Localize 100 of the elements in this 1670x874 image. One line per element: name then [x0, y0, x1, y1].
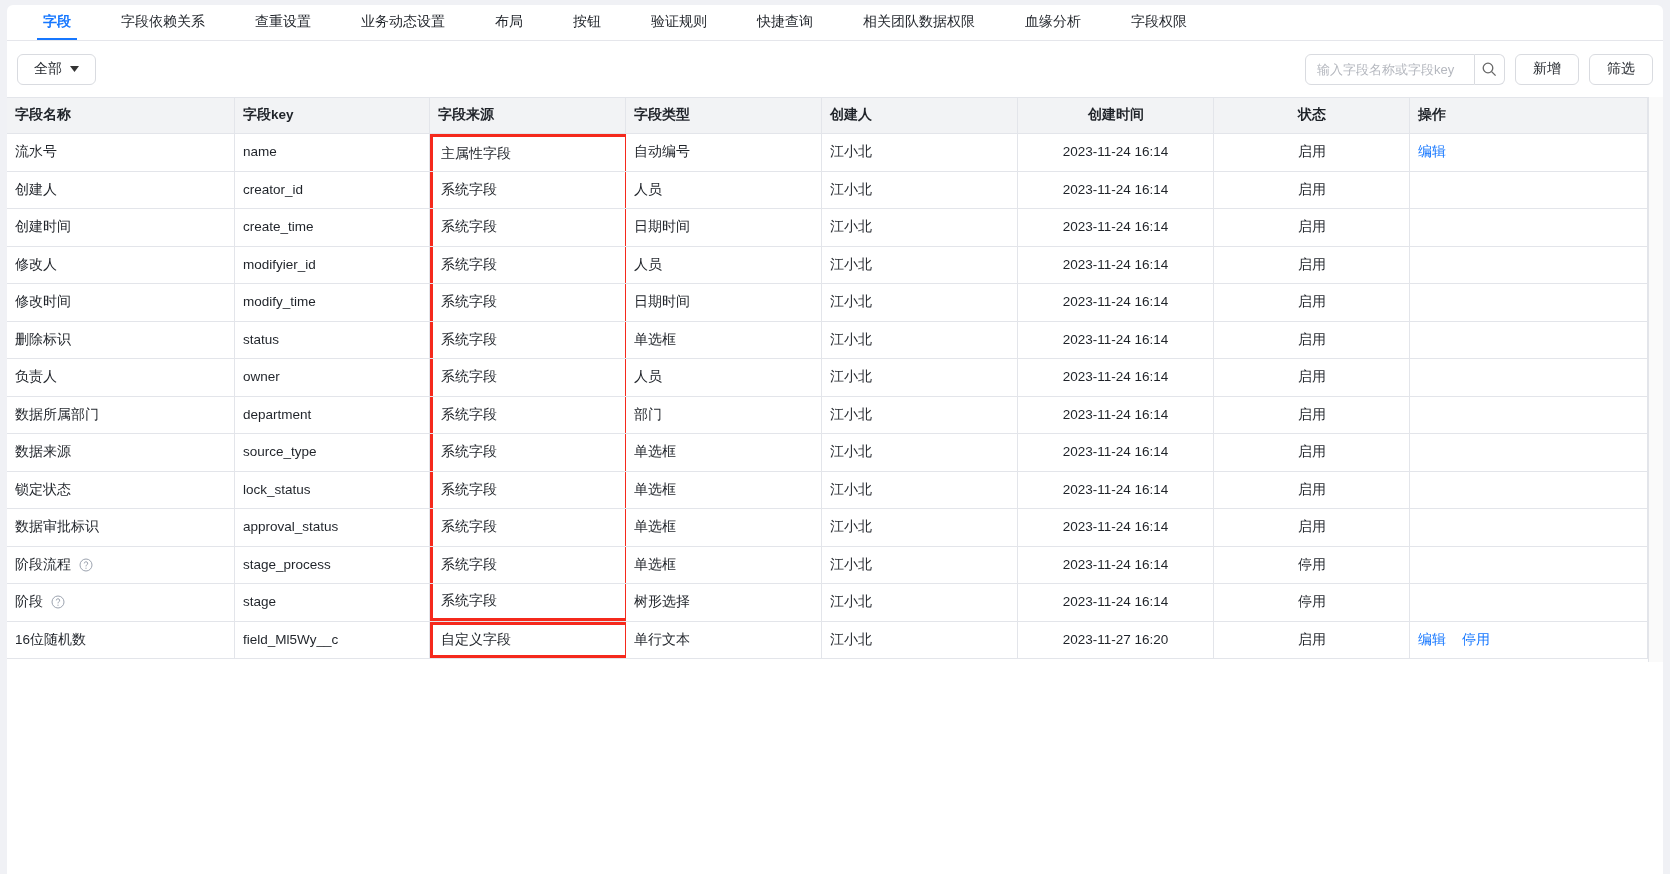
highlighted-cell: 系统字段 [430, 546, 626, 583]
column-header: 字段来源 [438, 106, 494, 125]
tab[interactable]: 业务动态设置 [355, 7, 451, 40]
table-cell-text: 单行文本 [634, 630, 690, 649]
highlighted-cell: 主属性字段 [430, 134, 626, 171]
table-cell-text: 2023-11-24 16:14 [1062, 593, 1169, 612]
table-cell-text: 江小北 [830, 555, 872, 574]
table-cell-text: 江小北 [830, 255, 872, 274]
table-cell-text: 负责人 [15, 368, 57, 387]
table-cell-text: 创建时间 [15, 218, 71, 237]
table-cell-text: 数据审批标识 [15, 518, 99, 537]
table-cell-text: 单选框 [634, 480, 676, 499]
highlighted-cell: 系统字段 [430, 434, 626, 471]
table-cell-text: 江小北 [830, 368, 872, 387]
table-cell-text: 启用 [1297, 143, 1326, 162]
table-cell-text: 启用 [1297, 255, 1326, 274]
table-cell-text: 江小北 [830, 180, 872, 199]
table-cell-text: 2023-11-24 16:14 [1062, 218, 1169, 237]
table-cell-text: name [243, 143, 277, 162]
tab[interactable]: 字段依赖关系 [115, 7, 211, 40]
table-cell-text: 阶段流程 [15, 555, 71, 574]
tab[interactable]: 按钮 [567, 7, 607, 40]
table-cell-text: 江小北 [830, 518, 872, 537]
table-cell-text: 2023-11-24 16:14 [1062, 405, 1169, 424]
table-cell-text: 2023-11-24 16:14 [1062, 518, 1169, 537]
tab[interactable]: 字段权限 [1125, 7, 1193, 40]
table-cell-text: 江小北 [830, 405, 872, 424]
table-cell-text: stage [243, 593, 277, 612]
table-cell-text: 启用 [1297, 443, 1326, 462]
table-cell-text: 修改时间 [15, 293, 71, 312]
table-cell-text: 停用 [1297, 555, 1326, 574]
table-cell-text: 日期时间 [634, 218, 690, 237]
highlighted-cell: 系统字段 [430, 359, 626, 396]
action-link[interactable]: 停用 [1462, 629, 1490, 650]
table-cell-text: 2023-11-24 16:14 [1062, 480, 1169, 499]
tab[interactable]: 血缘分析 [1019, 7, 1087, 40]
highlighted-cell: 系统字段 [430, 321, 626, 358]
action-link[interactable]: 编辑 [1418, 142, 1446, 163]
tab[interactable]: 布局 [489, 7, 529, 40]
table-cell-text: 树形选择 [634, 593, 690, 612]
table-cell-text: stage_process [243, 555, 331, 574]
column-header: 操作 [1418, 106, 1446, 125]
column-header: 创建时间 [1087, 106, 1144, 125]
help-icon[interactable] [79, 557, 93, 572]
table-cell-text: 锁定状态 [15, 480, 71, 499]
table-cell-text: 16位随机数 [15, 630, 87, 649]
highlighted-cell: 系统字段 [430, 246, 626, 283]
table-cell-text: 2023-11-27 16:20 [1062, 630, 1169, 649]
table-cell-text: 日期时间 [634, 293, 690, 312]
table-cell-text: 数据所属部门 [15, 405, 99, 424]
table-cell-text: 人员 [634, 180, 662, 199]
table-cell-text: 删除标识 [15, 330, 71, 349]
table-cell-text: 人员 [634, 255, 662, 274]
table-cell-text: 启用 [1297, 480, 1326, 499]
tab[interactable]: 字段 [37, 7, 77, 40]
table-cell-text: 2023-11-24 16:14 [1062, 443, 1169, 462]
table-cell-text: 2023-11-24 16:14 [1062, 555, 1169, 574]
action-button[interactable]: 筛选 [1589, 53, 1653, 85]
column-header: 字段key [243, 106, 294, 125]
table-cell-text: 启用 [1297, 405, 1326, 424]
table-cell-text: lock_status [243, 480, 311, 499]
search-field[interactable]: 输入字段名称或字段key [1305, 53, 1475, 85]
table-cell-text: 江小北 [830, 480, 872, 499]
table-cell-text: field_Ml5Wy__c [243, 630, 339, 649]
table-cell-text: 2023-11-24 16:14 [1062, 293, 1169, 312]
action-button[interactable]: 新增 [1515, 53, 1579, 85]
table-cell-text: approval_status [243, 518, 339, 537]
highlighted-cell: 系统字段 [430, 396, 626, 433]
table-cell-text: 江小北 [830, 293, 872, 312]
table-cell-text: 修改人 [15, 255, 57, 274]
table-cell-text: 自动编号 [634, 143, 690, 162]
search-icon [1482, 61, 1497, 77]
action-link[interactable]: 编辑 [1418, 629, 1446, 650]
column-header: 状态 [1297, 106, 1326, 125]
tab[interactable]: 相关团队数据权限 [857, 7, 981, 40]
highlighted-cell: 系统字段 [430, 171, 626, 208]
tab[interactable]: 查重设置 [249, 7, 317, 40]
table-cell-text: 江小北 [830, 593, 872, 612]
table-cell-text: 单选框 [634, 443, 676, 462]
tab[interactable]: 验证规则 [645, 7, 713, 40]
table-cell-text: 启用 [1297, 368, 1326, 387]
column-header: 字段名称 [15, 106, 71, 125]
tab[interactable]: 快捷查询 [751, 7, 819, 40]
table-cell-text: 数据来源 [15, 443, 71, 462]
table-cell-text: 江小北 [830, 443, 872, 462]
table-cell-text: 2023-11-24 16:14 [1062, 368, 1169, 387]
highlighted-cell: 系统字段 [430, 584, 626, 621]
search-button[interactable] [1475, 53, 1505, 85]
table-cell-text: 单选框 [634, 518, 676, 537]
table-cell-text: 单选框 [634, 330, 676, 349]
column-header: 创建人 [830, 106, 872, 125]
table-cell-text: 江小北 [830, 330, 872, 349]
table-cell-text: modifyier_id [243, 255, 316, 274]
column-header: 字段类型 [634, 106, 690, 125]
filter-dropdown[interactable]: 全部 [17, 53, 96, 85]
table-cell-text: 2023-11-24 16:14 [1062, 330, 1169, 349]
help-icon[interactable] [51, 595, 65, 610]
table-cell-text: 启用 [1297, 330, 1326, 349]
highlighted-cell: 系统字段 [430, 471, 626, 508]
table-cell-text: 单选框 [634, 555, 676, 574]
